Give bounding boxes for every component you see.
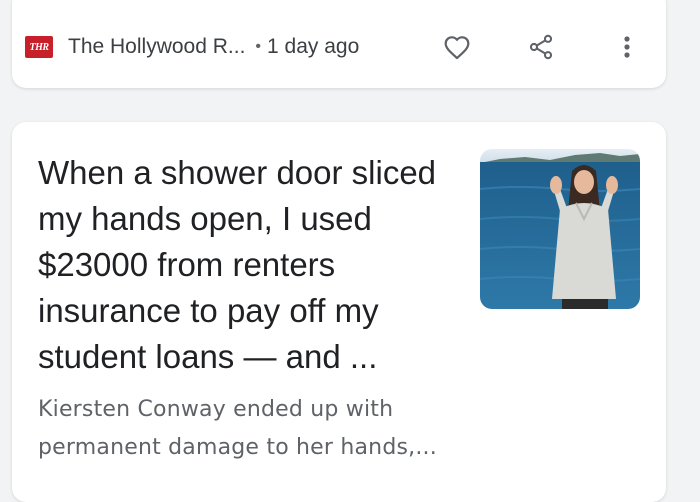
publisher-logo: THR [25,36,53,58]
publish-time: 1 day ago [267,35,360,58]
article-snippet: Kiersten Conway ended up with permanent … [38,397,437,460]
like-button[interactable] [440,30,474,64]
article-thumbnail[interactable] [480,149,640,309]
share-button[interactable] [524,30,558,64]
more-vert-icon [624,36,630,58]
thumbnail-image [480,149,640,309]
share-icon [529,34,553,60]
article-headline[interactable]: When a shower door sliced my hands open,… [38,150,468,380]
publisher-name[interactable]: The Hollywood R... [68,35,245,59]
heart-outline-icon [444,36,470,60]
more-options-button[interactable] [610,30,644,64]
source-row: THR The Hollywood R... • 1 day ago [25,34,359,60]
meta-separator: • [255,38,262,55]
